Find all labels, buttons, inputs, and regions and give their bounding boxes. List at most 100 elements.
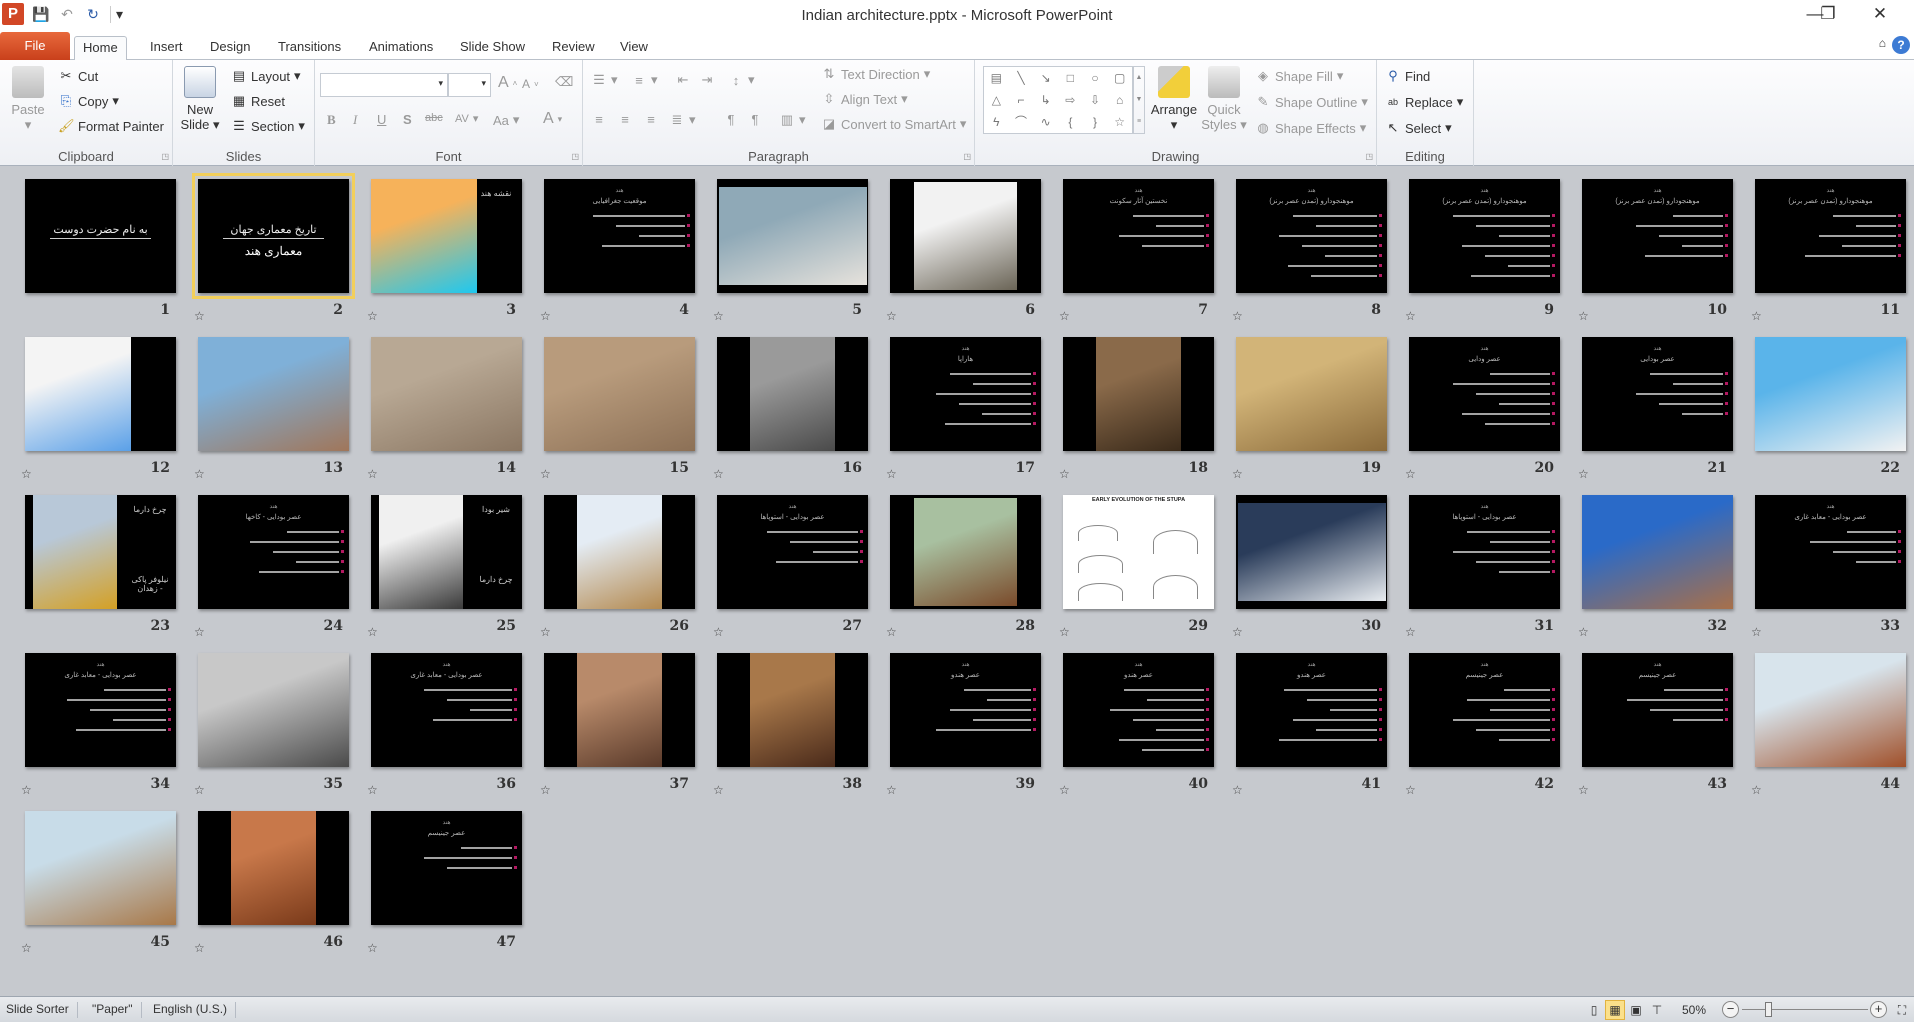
layout-button[interactable]: ▤ Layout ▾ — [231, 68, 301, 84]
slide-show-button[interactable]: ⊤ — [1647, 1000, 1667, 1020]
animation-star-icon[interactable]: ☆ — [1232, 625, 1243, 639]
justify-button[interactable]: ≣ ▾ — [669, 112, 696, 128]
slide-thumbnail[interactable] — [25, 811, 176, 925]
format-painter-button[interactable]: 🖌 Format Painter — [58, 118, 164, 134]
slide-thumbnail[interactable]: هند عصر بودایی - معابد غاری — [25, 653, 176, 767]
slide-sorter-pane[interactable]: به نام حضرت دوست 1 تاریخ معماری جهان معماری… — [0, 167, 1914, 996]
clear-formatting-button[interactable]: ⌫ — [555, 74, 573, 90]
convert-smartart-button[interactable]: ◪ Convert to SmartArt ▾ — [821, 116, 967, 132]
animation-star-icon[interactable]: ☆ — [713, 309, 724, 323]
copy-button[interactable]: ⎘ Copy ▾ — [58, 93, 119, 109]
animation-star-icon[interactable]: ☆ — [540, 309, 551, 323]
normal-view-button[interactable]: ▯ — [1584, 1000, 1604, 1020]
slide-thumbnail[interactable]: هند عصر هندو — [1236, 653, 1387, 767]
find-button[interactable]: ⚲ Find — [1385, 68, 1430, 84]
animation-star-icon[interactable]: ☆ — [1059, 783, 1070, 797]
slide-thumbnail[interactable] — [198, 337, 349, 451]
slide-thumbnail[interactable]: هند عصر بودایی - معابد غاری — [371, 653, 522, 767]
ltr-button[interactable]: ¶ — [723, 112, 739, 127]
slide-thumbnail[interactable]: هند موهنجودارو (تمدن عصر برنز) — [1236, 179, 1387, 293]
shape-item[interactable]: ⇨ — [1058, 89, 1083, 111]
slide-thumbnail[interactable] — [1063, 337, 1214, 451]
slide-thumbnail[interactable] — [198, 653, 349, 767]
animation-star-icon[interactable]: ☆ — [194, 309, 205, 323]
line-spacing-button[interactable]: ↕ ▾ — [728, 72, 755, 88]
shape-item[interactable]: ▢ — [1107, 67, 1132, 89]
shape-item[interactable]: △ — [984, 89, 1009, 111]
animation-star-icon[interactable]: ☆ — [1059, 309, 1070, 323]
reading-view-button[interactable]: ▣ — [1626, 1000, 1646, 1020]
align-left-button[interactable]: ≡ — [591, 112, 607, 127]
slide-thumbnail[interactable]: هند عصر جینیسم — [371, 811, 522, 925]
tab-design[interactable]: Design — [202, 36, 258, 61]
shapes-gallery[interactable]: ▤ ╲ ↘ □ ○ ▢ △ ⌐ ↳ ⇨ ⇩ ⌂ ϟ ⌒ ∿{} ☆ — [983, 66, 1133, 134]
slide-thumbnail[interactable] — [890, 179, 1041, 293]
slide-thumbnail[interactable]: شیر بودا چرخ دارما — [371, 495, 522, 609]
slide-thumbnail[interactable]: هند نخستین آثار سکونت — [1063, 179, 1214, 293]
shape-item[interactable]: ⌐ — [1009, 89, 1034, 111]
character-spacing-button[interactable]: AV ▾ — [455, 112, 478, 126]
slide-thumbnail[interactable]: هند موهنجودارو (تمدن عصر برنز) — [1409, 179, 1560, 293]
shape-outline-button[interactable]: ✎ Shape Outline ▾ — [1255, 94, 1368, 110]
zoom-level[interactable]: 50% — [1682, 1003, 1706, 1017]
animation-star-icon[interactable]: ☆ — [1405, 625, 1416, 639]
tab-animations[interactable]: Animations — [361, 36, 441, 61]
cut-button[interactable]: ✂ Cut — [58, 68, 99, 84]
status-theme[interactable]: "Paper" — [92, 1002, 142, 1018]
fit-to-window-button[interactable]: ⛶ — [1892, 1000, 1912, 1020]
zoom-slider-track[interactable] — [1742, 1009, 1868, 1010]
animation-star-icon[interactable]: ☆ — [194, 783, 205, 797]
shape-item[interactable]: ⇩ — [1083, 89, 1108, 111]
align-text-button[interactable]: ⇳ Align Text ▾ — [821, 91, 908, 107]
slide-thumbnail[interactable] — [544, 653, 695, 767]
animation-star-icon[interactable]: ☆ — [540, 467, 551, 481]
replace-button[interactable]: ab Replace ▾ — [1385, 94, 1463, 110]
paste-button[interactable]: Paste ▾ — [8, 66, 48, 132]
slide-thumbnail[interactable] — [544, 495, 695, 609]
section-button[interactable]: ☰ Section ▾ — [231, 118, 305, 134]
animation-star-icon[interactable]: ☆ — [1405, 309, 1416, 323]
slide-thumbnail[interactable]: هند عصر بودایی - معابد غاری — [1755, 495, 1906, 609]
animation-star-icon[interactable]: ☆ — [540, 625, 551, 639]
slide-thumbnail[interactable] — [198, 811, 349, 925]
animation-star-icon[interactable]: ☆ — [1578, 467, 1589, 481]
bold-button[interactable]: B — [327, 112, 336, 128]
slide-thumbnail[interactable] — [1755, 337, 1906, 451]
slide-thumbnail[interactable] — [1582, 495, 1733, 609]
new-slide-button[interactable]: New Slide ▾ — [179, 66, 221, 132]
select-button[interactable]: ↖ Select ▾ — [1385, 120, 1452, 136]
slide-thumbnail[interactable] — [890, 495, 1041, 609]
increase-indent-button[interactable]: ⇥ — [699, 72, 715, 88]
slide-thumbnail[interactable]: هند عصر جینیسم — [1582, 653, 1733, 767]
slide-thumbnail[interactable] — [1236, 495, 1387, 609]
animation-star-icon[interactable]: ☆ — [194, 467, 205, 481]
slide-thumbnail[interactable] — [717, 179, 868, 293]
animation-star-icon[interactable]: ☆ — [367, 467, 378, 481]
slide-thumbnail[interactable]: هند عصر ودایی — [1409, 337, 1560, 451]
animation-star-icon[interactable]: ☆ — [886, 625, 897, 639]
animation-star-icon[interactable]: ☆ — [713, 625, 724, 639]
animation-star-icon[interactable]: ☆ — [1578, 625, 1589, 639]
animation-star-icon[interactable]: ☆ — [367, 783, 378, 797]
underline-button[interactable]: U — [377, 112, 386, 127]
tab-insert[interactable]: Insert — [142, 36, 191, 61]
rtl-button[interactable]: ¶ — [747, 112, 763, 127]
shape-item[interactable]: ↳ — [1033, 89, 1058, 111]
zoom-out-button[interactable]: − — [1722, 1001, 1739, 1018]
font-color-button[interactable]: A ▾ — [543, 110, 562, 128]
slide-thumbnail[interactable]: هند موقعیت جغرافیایی — [544, 179, 695, 293]
slide-thumbnail[interactable] — [1236, 337, 1387, 451]
animation-star-icon[interactable]: ☆ — [367, 309, 378, 323]
slide-thumbnail[interactable]: به نام حضرت دوست — [25, 179, 176, 293]
animation-star-icon[interactable]: ☆ — [1751, 783, 1762, 797]
slide-thumbnail[interactable]: هند عصر هندو — [1063, 653, 1214, 767]
slide-thumbnail[interactable] — [717, 653, 868, 767]
arrange-button[interactable]: Arrange ▾ — [1150, 66, 1198, 132]
close-button[interactable]: ✕ — [1860, 4, 1900, 24]
slide-thumbnail[interactable] — [1755, 653, 1906, 767]
italic-button[interactable]: I — [353, 112, 357, 128]
animation-star-icon[interactable]: ☆ — [1232, 783, 1243, 797]
slide-thumbnail[interactable] — [25, 337, 176, 451]
decrease-indent-button[interactable]: ⇤ — [675, 72, 691, 88]
tab-home[interactable]: Home — [74, 36, 127, 61]
